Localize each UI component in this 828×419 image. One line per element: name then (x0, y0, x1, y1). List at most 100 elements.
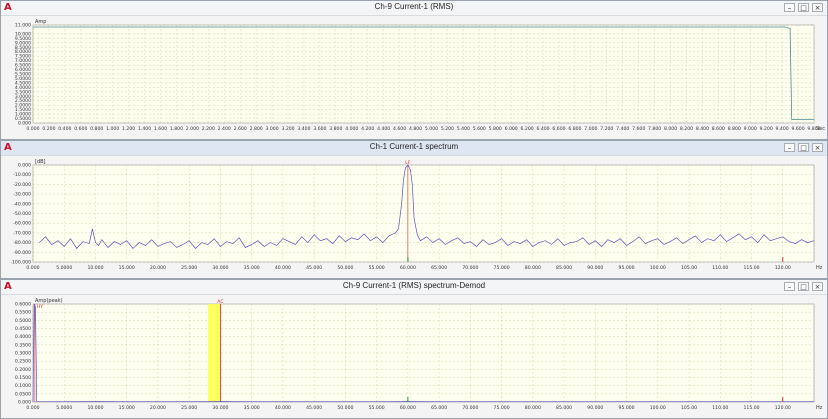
y-tick-label: 0.000 (18, 121, 31, 127)
restore-button[interactable]: □ (798, 3, 809, 12)
x-tick-label: 115.00 (743, 265, 759, 271)
x-tick-label: 110.00 (712, 405, 728, 411)
x-tick-label: 85.000 (556, 405, 572, 411)
y-tick-label: 11.000 (15, 23, 31, 29)
ac-highlight-band (207, 304, 221, 402)
x-tick-label: 15.000 (119, 265, 135, 271)
x-tick-label: 95.000 (619, 265, 635, 271)
x-tick-label: 50.000 (337, 405, 353, 411)
x-tick-label: 5.400 (457, 126, 470, 132)
x-tick-label: 7.200 (600, 126, 613, 132)
y-tick-label: 0.5500 (15, 310, 31, 316)
x-tick-label: 90.000 (587, 405, 603, 411)
y-tick-label: 0.1000 (15, 383, 31, 389)
x-tick-label: 5.0000 (56, 405, 72, 411)
x-tick-label: 25.000 (181, 405, 197, 411)
x-tick-label: 105.00 (681, 405, 697, 411)
restore-button[interactable]: □ (798, 282, 809, 291)
x-tick-label: 8.200 (680, 126, 693, 132)
ac-cursor-label: AC (217, 299, 223, 305)
x-tick-label: 80.000 (525, 265, 541, 271)
y-tick-label: -70.000 (13, 230, 31, 236)
demod-spectrum-window[interactable]: A Ch-9 Current-1 (RMS) spectrum-Demod – … (0, 279, 828, 419)
x-tick-label: 85.000 (556, 265, 572, 271)
x-axis-unit: Hz (816, 265, 823, 271)
x-tick-label: 40.000 (275, 265, 291, 271)
x-tick-label: 10.000 (87, 265, 103, 271)
spectrum-plot[interactable]: 0.000 -10.000 -20.000 -30.000 -40.000 -50.000… (1, 155, 827, 278)
x-tick-label: 0.600 (74, 126, 87, 132)
x-tick-label: 25.000 (181, 265, 197, 271)
x-tick-label: 80.000 (525, 405, 541, 411)
y-tick-label: -60.000 (13, 221, 31, 227)
x-tick-label: 95.000 (619, 405, 635, 411)
x-axis-unit: Sec (816, 126, 825, 132)
y-tick-label: -20.000 (13, 182, 31, 188)
close-button[interactable]: × (812, 143, 823, 152)
x-tick-label: 15.000 (119, 405, 135, 411)
x-tick-label: 6.000 (505, 126, 518, 132)
x-tick-label: 7.400 (616, 126, 629, 132)
spectrum-title: Ch-1 Current-1 spectrum (369, 142, 459, 151)
close-button[interactable]: × (812, 3, 823, 12)
rms-trend-title: Ch-9 Current-1 (RMS) (374, 2, 454, 11)
x-tick-label: 6.400 (536, 126, 549, 132)
x-tick-label: 50.000 (337, 265, 353, 271)
x-tick-label: 5.200 (441, 126, 454, 132)
x-tick-label: 30.000 (212, 265, 228, 271)
x-tick-label: 3.000 (266, 126, 279, 132)
y-tick-label: 0.0500 (15, 391, 31, 397)
x-tick-label: 70.000 (462, 405, 478, 411)
x-tick-label: 2.000 (186, 126, 199, 132)
x-tick-label: 2.600 (234, 126, 247, 132)
y-tick-label: -50.000 (13, 211, 31, 217)
x-tick-label: 0.200 (42, 126, 55, 132)
y-tick-label: 0.4000 (15, 334, 31, 340)
y-tick-label: 0.6000 (15, 302, 31, 308)
x-tick-label: 8.400 (696, 126, 709, 132)
rms-trend-plot[interactable]: 11.00010.0009.50009.00008.50008.00007.50… (1, 15, 827, 139)
x-tick-label: 9.000 (744, 126, 757, 132)
x-tick-label: 7.600 (632, 126, 645, 132)
y-tick-label: 0.5000 (15, 318, 31, 324)
y-tick-label: -10.000 (13, 172, 31, 178)
minimize-button[interactable]: – (784, 3, 795, 12)
y-tick-label: 0.3500 (15, 342, 31, 348)
x-tick-label: 40.000 (275, 405, 291, 411)
y-tick-label: -30.000 (13, 192, 31, 198)
x-tick-label: 100.00 (650, 405, 666, 411)
x-tick-label: 3.400 (297, 126, 310, 132)
x-tick-label: 7.800 (648, 126, 661, 132)
rms-trend-window[interactable]: A Ch-9 Current-1 (RMS) – □ × 11.000 10.00… (0, 0, 828, 140)
minimize-button[interactable]: – (784, 143, 795, 152)
spectrum-titlebar[interactable]: A Ch-1 Current-1 spectrum – □ × (1, 141, 827, 156)
x-tick-label: 8.600 (712, 126, 725, 132)
x-tick-label: 70.000 (462, 265, 478, 271)
x-tick-label: 45.000 (306, 265, 322, 271)
demod-spectrum-titlebar[interactable]: A Ch-9 Current-1 (RMS) spectrum-Demod – … (1, 280, 827, 295)
x-tick-label: 9.200 (760, 126, 773, 132)
demod-spectrum-plot[interactable]: 0.6000 0.5500 0.5000 0.4500 0.4000 0.3500 0.30… (1, 294, 827, 418)
x-tick-label: 6.800 (568, 126, 581, 132)
demod-spectrum-title: Ch-9 Current-1 (RMS) spectrum-Demod (342, 281, 486, 290)
restore-button[interactable]: □ (798, 143, 809, 152)
close-button[interactable]: × (812, 282, 823, 291)
x-tick-label: 2.800 (250, 126, 263, 132)
x-tick-label: 60.000 (400, 265, 416, 271)
minimize-button[interactable]: – (784, 282, 795, 291)
y-tick-label: 0.4500 (15, 326, 31, 332)
x-tick-label: 5.800 (489, 126, 502, 132)
x-tick-label: 5.0000 (56, 265, 72, 271)
spectrum-window[interactable]: A Ch-1 Current-1 spectrum – □ × 0.000 -10… (0, 140, 828, 279)
x-tick-label: 75.000 (494, 405, 510, 411)
x-tick-label: 10.000 (87, 405, 103, 411)
x-tick-label: 120.00 (775, 265, 791, 271)
y-axis-label: Amp(peak) (35, 298, 63, 304)
x-tick-label: 5.000 (425, 126, 438, 132)
y-axis-label: [dB] (35, 159, 46, 165)
x-tick-label: 0.000 (26, 126, 39, 132)
x-tick-label: 55.000 (369, 405, 385, 411)
x-tick-label: 2.200 (202, 126, 215, 132)
x-tick-label: 20.000 (150, 405, 166, 411)
rms-trend-titlebar[interactable]: A Ch-9 Current-1 (RMS) – □ × (1, 1, 827, 16)
